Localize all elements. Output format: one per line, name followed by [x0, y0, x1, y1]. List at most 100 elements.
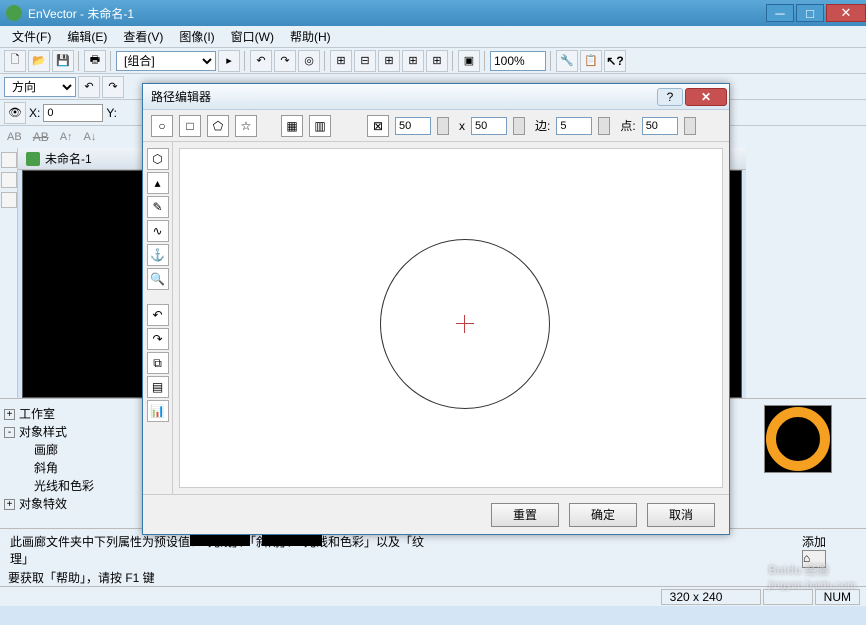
add-button[interactable]: 添加 ⌂	[802, 533, 826, 568]
status-dimensions: 320 x 240	[661, 589, 761, 605]
preview-thumbnail[interactable]	[764, 405, 832, 473]
target-button[interactable]: ◎	[298, 50, 320, 72]
redo-button[interactable]: ↷	[102, 76, 124, 98]
rotate-cw-button[interactable]: ↷	[274, 50, 296, 72]
height-input[interactable]	[471, 117, 507, 135]
grid1-button[interactable]: ⊞	[330, 50, 352, 72]
dlg-tool-pointer[interactable]: ▴	[147, 172, 169, 194]
grid5-button[interactable]: ⊞	[426, 50, 448, 72]
tool-1[interactable]	[1, 152, 17, 168]
print-button[interactable]: 🖶	[84, 50, 106, 72]
menu-file[interactable]: 文件(F)	[4, 26, 59, 47]
tool-2[interactable]	[1, 172, 17, 188]
dlg-tool-magnify[interactable]: 🔍	[147, 268, 169, 290]
grid2-button[interactable]: ⊟	[354, 50, 376, 72]
dlg-tool-chart[interactable]: 📊	[147, 400, 169, 422]
shape-grid-b-button[interactable]: ▥	[309, 115, 331, 137]
app-icon	[6, 5, 22, 21]
tool-b-button[interactable]: 📋	[580, 50, 602, 72]
menu-help[interactable]: 帮助(H)	[282, 26, 339, 47]
right-panel	[746, 148, 866, 398]
tool-a-button[interactable]: 🔧	[556, 50, 578, 72]
undo-button[interactable]: ↶	[78, 76, 100, 98]
width-input[interactable]	[395, 117, 431, 135]
dialog-canvas[interactable]	[179, 148, 723, 488]
swatch-2	[262, 534, 322, 546]
help-arrow-button[interactable]: ↖?	[604, 50, 626, 72]
minimize-button[interactable]: ─	[766, 4, 794, 22]
grid3-button[interactable]: ⊞	[378, 50, 400, 72]
eye-tool-button[interactable]: 👁	[4, 102, 26, 124]
rotate-ccw-button[interactable]: ↶	[250, 50, 272, 72]
dlg-tool-layer[interactable]: ⧉	[147, 352, 169, 374]
points-spinner[interactable]	[684, 117, 696, 135]
dlg-tool-curve[interactable]: ∿	[147, 220, 169, 242]
shape-circle-button[interactable]: ○	[151, 115, 173, 137]
dlg-tool-undo[interactable]: ↶	[147, 304, 169, 326]
x-label: X:	[29, 106, 40, 120]
statusbar: 320 x 240 NUM	[0, 586, 866, 606]
ok-button[interactable]: 确定	[569, 503, 637, 527]
menu-view[interactable]: 查看(V)	[115, 26, 171, 47]
text-style-2[interactable]: AB	[30, 130, 52, 144]
grid4-button[interactable]: ⊞	[402, 50, 424, 72]
dlg-tool-hexagon[interactable]: ⬡	[147, 148, 169, 170]
x-input[interactable]	[43, 104, 103, 122]
menu-edit[interactable]: 编辑(E)	[59, 26, 115, 47]
dlg-tool-anchor[interactable]: ⚓	[147, 244, 169, 266]
menu-image[interactable]: 图像(I)	[171, 26, 222, 47]
points-label: 点:	[620, 117, 635, 134]
shape-grid-a-button[interactable]: ▦	[281, 115, 303, 137]
dialog-title: 路径编辑器	[151, 88, 655, 105]
toolbar-main: 🗋 📂 💾 🖶 [组合] ▸ ↶ ↷ ◎ ⊞ ⊟ ⊞ ⊞ ⊞ ▣ 🔧 📋 ↖?	[0, 48, 866, 74]
dialog-body: ⬡ ▴ ✎ ∿ ⚓ 🔍 ↶ ↷ ⧉ ▤ 📊	[143, 142, 729, 494]
tool-3[interactable]	[1, 192, 17, 208]
shape-star-button[interactable]: ☆	[235, 115, 257, 137]
menubar: 文件(F) 编辑(E) 查看(V) 图像(I) 窗口(W) 帮助(H)	[0, 26, 866, 48]
width-spinner[interactable]	[437, 117, 449, 135]
dialog-toolbox: ⬡ ▴ ✎ ∿ ⚓ 🔍 ↶ ↷ ⧉ ▤ 📊	[143, 142, 173, 494]
zoom-input[interactable]	[490, 51, 546, 71]
path-editor-dialog: 路径编辑器 ? ✕ ○ □ ⬠ ☆ ▦ ▥ ⊠ x 边: 点: ⬡ ▴ ✎ ∿ …	[142, 83, 730, 535]
dialog-toolbar: ○ □ ⬠ ☆ ▦ ▥ ⊠ x 边: 点:	[143, 110, 729, 142]
close-button[interactable]: ✕	[826, 4, 866, 22]
dialog-help-button[interactable]: ?	[657, 88, 683, 106]
add-icon: ⌂	[802, 550, 826, 568]
sides-spinner[interactable]	[598, 117, 610, 135]
text-style-3[interactable]: A↑	[57, 131, 76, 143]
open-button[interactable]: 📂	[28, 50, 50, 72]
text-style-4[interactable]: A↓	[81, 131, 100, 143]
center-crosshair-icon	[456, 315, 474, 333]
sides-label: 边:	[535, 117, 550, 134]
new-button[interactable]: 🗋	[4, 50, 26, 72]
dlg-tool-pen[interactable]: ✎	[147, 196, 169, 218]
frame-button[interactable]: ▣	[458, 50, 480, 72]
shape-square-button[interactable]: □	[179, 115, 201, 137]
y-label: Y:	[106, 106, 117, 120]
direction-combo[interactable]: 方向	[4, 77, 76, 97]
menu-window[interactable]: 窗口(W)	[223, 26, 282, 47]
document-icon	[26, 152, 40, 166]
status-num: NUM	[815, 589, 860, 605]
swatch-1	[190, 534, 250, 546]
document-tab-label: 未命名-1	[45, 150, 92, 167]
height-spinner[interactable]	[513, 117, 525, 135]
left-toolbox	[0, 148, 18, 398]
save-button[interactable]: 💾	[52, 50, 74, 72]
window-title: EnVector - 未命名-1	[28, 5, 764, 22]
dialog-header[interactable]: 路径编辑器 ? ✕	[143, 84, 729, 110]
points-input[interactable]	[642, 117, 678, 135]
text-style-1[interactable]: AB	[4, 131, 25, 143]
shape-pentagon-button[interactable]: ⬠	[207, 115, 229, 137]
dlg-tool-redo[interactable]: ↷	[147, 328, 169, 350]
footer-message: 此画廊文件夹中下列属性为预设值：「光线」、「斜角」、「光线和色彩」以及「纹 理」	[10, 533, 802, 567]
dlg-tool-view[interactable]: ▤	[147, 376, 169, 398]
reset-button[interactable]: 重置	[491, 503, 559, 527]
shape-x-button[interactable]: ⊠	[367, 115, 389, 137]
sides-input[interactable]	[556, 117, 592, 135]
combo-selector[interactable]: [组合]	[116, 51, 216, 71]
cancel-button[interactable]: 取消	[647, 503, 715, 527]
tool-button[interactable]: ▸	[218, 50, 240, 72]
dialog-close-button[interactable]: ✕	[685, 88, 727, 106]
maximize-button[interactable]: □	[796, 4, 824, 22]
